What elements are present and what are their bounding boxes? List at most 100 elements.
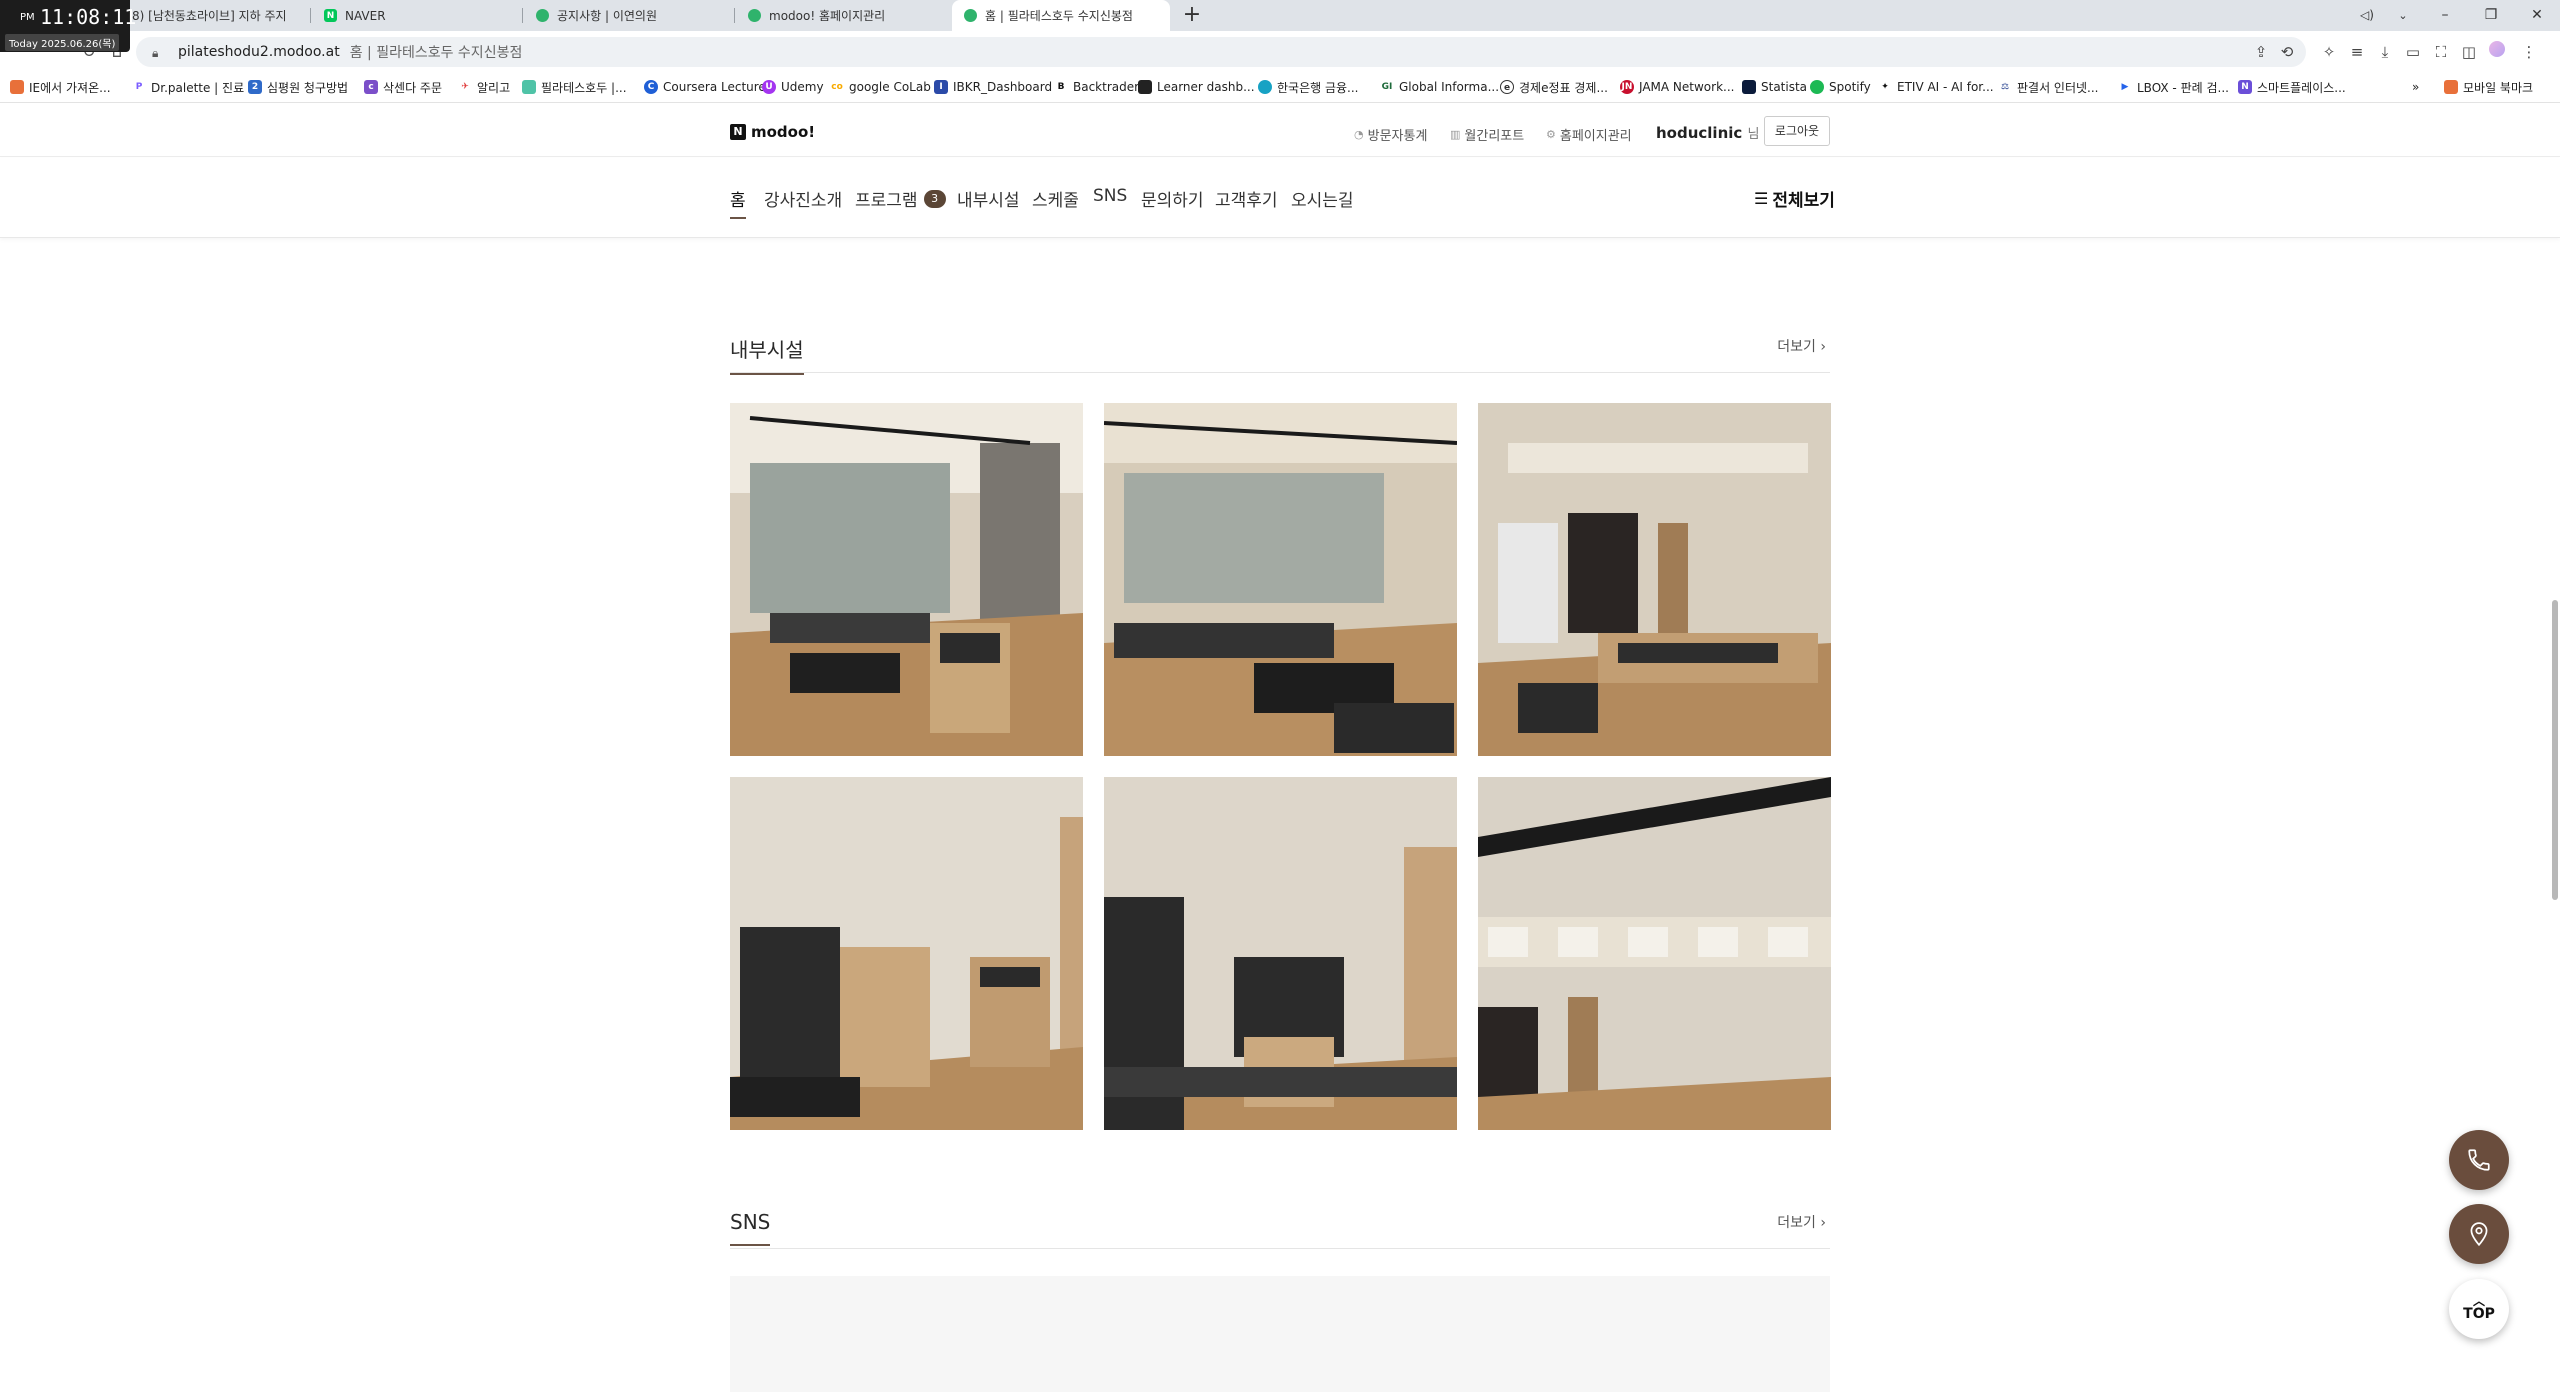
bookmark-favicon-icon: ▶ bbox=[2118, 80, 2132, 94]
modoo-favicon-icon bbox=[964, 9, 977, 22]
bookmark-favicon-icon bbox=[1742, 80, 1756, 94]
bookmarks-bar: IE에서 가져온... P Dr.palette | 진료 2 심평원 청구방법 c… bbox=[0, 71, 2560, 103]
call-button[interactable] bbox=[2449, 1130, 2509, 1190]
nav-instructors[interactable]: 강사진소개 bbox=[764, 186, 842, 217]
folder-icon bbox=[10, 80, 24, 94]
bookmark-favicon-icon: U bbox=[762, 80, 776, 94]
video-icon[interactable]: ▭ bbox=[2402, 41, 2424, 63]
tab-pilates-home[interactable]: 홈 | 필라테스호두 수지신봉점 bbox=[952, 0, 1170, 31]
tab-modoo-admin[interactable]: modoo! 홈페이지관리 bbox=[736, 0, 946, 31]
view-all-menu-button[interactable]: ☰ 전체보기 bbox=[1754, 186, 1835, 211]
facility-photo[interactable] bbox=[730, 403, 1083, 756]
bookmark-item[interactable]: ▶ LBOX - 판례 검... bbox=[2118, 78, 2229, 96]
bookmark-item[interactable]: e 경제e정표 경제... bbox=[1500, 78, 1608, 96]
share-icon[interactable]: ⇪ bbox=[2250, 41, 2272, 63]
tab-title: NAVER bbox=[345, 8, 386, 23]
tab-notice[interactable]: 공지사항 | 이연의원 bbox=[524, 0, 734, 31]
chevron-right-icon: › bbox=[1820, 339, 1826, 355]
bookmark-item[interactable]: Learner dashb... bbox=[1138, 78, 1255, 96]
chevron-right-icon: › bbox=[1820, 1215, 1826, 1231]
chevron-down-icon[interactable]: ⌄ bbox=[2380, 0, 2426, 31]
bookmark-item[interactable]: ✈ 알리고 bbox=[458, 78, 510, 96]
modoo-logo-icon: N bbox=[730, 124, 746, 140]
facility-photo[interactable] bbox=[1104, 777, 1457, 1130]
reading-list-icon[interactable]: ≡ bbox=[2346, 41, 2368, 63]
split-view-icon[interactable]: ◫ bbox=[2458, 41, 2480, 63]
browser-tab-bar: 8) [남천동쵸라이브] 지하 주지 N NAVER 공지사항 | 이연의원 m… bbox=[0, 0, 2560, 31]
facility-photo[interactable] bbox=[730, 777, 1083, 1130]
extensions-icon[interactable]: ✧ bbox=[2318, 41, 2340, 63]
bookmark-favicon-icon bbox=[1258, 80, 1272, 94]
modoo-favicon-icon bbox=[748, 9, 761, 22]
bookmark-item[interactable]: c 삭센다 주문 bbox=[364, 78, 442, 96]
nav-schedule[interactable]: 스케줄 bbox=[1032, 186, 1079, 217]
facility-more-link[interactable]: 더보기 › bbox=[1777, 336, 1826, 356]
facility-photo[interactable] bbox=[1104, 403, 1457, 756]
url-field[interactable]: 🔒︎ pilateshodu2.modoo.at 홈 | 필라테스호두 수지신봉… bbox=[136, 37, 2306, 67]
bookmark-favicon-icon: N bbox=[2238, 80, 2252, 94]
facility-section-header: 내부시설 더보기 › bbox=[730, 328, 1830, 375]
bookmark-favicon-icon: B bbox=[1054, 80, 1068, 94]
tab-naver[interactable]: N NAVER bbox=[312, 0, 522, 31]
nav-inquiry[interactable]: 문의하기 bbox=[1141, 186, 1204, 217]
screenshot-icon[interactable]: ⛶ bbox=[2430, 41, 2452, 63]
folder-icon bbox=[2444, 80, 2458, 94]
bookmark-favicon-icon: co bbox=[830, 80, 844, 94]
bookmark-item[interactable]: co google CoLab bbox=[830, 78, 931, 96]
mobile-bookmarks-folder[interactable]: 모바일 북마크 bbox=[2444, 78, 2533, 96]
phone-icon bbox=[2468, 1149, 2490, 1171]
user-greeting: hoduclinic 님 bbox=[1656, 124, 1760, 142]
bookmark-favicon-icon: ✈ bbox=[458, 80, 472, 94]
tab-title: 8) [남천동쵸라이브] 지하 주지 bbox=[132, 9, 287, 23]
sns-more-link[interactable]: 더보기 › bbox=[1777, 1212, 1826, 1232]
homepage-admin-link[interactable]: ⚙ 홈페이지관리 bbox=[1546, 125, 1632, 144]
bookmark-item[interactable]: 한국은행 금융... bbox=[1258, 78, 1359, 96]
location-button[interactable] bbox=[2449, 1204, 2509, 1264]
bookmark-item[interactable]: U Udemy bbox=[762, 78, 824, 96]
modoo-logo[interactable]: N modoo! bbox=[730, 123, 815, 141]
bookmark-item[interactable]: ✦ ETIV AI - AI for... bbox=[1878, 78, 1994, 96]
monthly-report-link[interactable]: ▥ 월간리포트 bbox=[1450, 125, 1524, 144]
bookmark-item[interactable]: IE에서 가져온... bbox=[10, 78, 111, 96]
tab-namcheon-live[interactable]: 8) [남천동쵸라이브] 지하 주지 bbox=[120, 0, 310, 31]
nav-sns[interactable]: SNS bbox=[1093, 186, 1127, 212]
menu-icon[interactable]: ⋮ bbox=[2518, 41, 2540, 63]
facility-photo[interactable] bbox=[1478, 403, 1831, 756]
tab-title: 공지사항 | 이연의원 bbox=[557, 9, 657, 23]
bookmark-favicon-icon: 2 bbox=[248, 80, 262, 94]
profile-icon[interactable] bbox=[2486, 41, 2508, 63]
bookmark-item[interactable]: P Dr.palette | 진료 bbox=[132, 78, 244, 96]
nav-facilities[interactable]: 내부시설 bbox=[957, 186, 1020, 217]
close-window-button[interactable]: ✕ bbox=[2514, 0, 2560, 31]
bookmark-item[interactable]: N 스마트플레이스... bbox=[2238, 78, 2346, 96]
visitor-stats-link[interactable]: ◔ 방문자통계 bbox=[1354, 125, 1427, 144]
bookmark-item[interactable]: Statista bbox=[1742, 78, 1807, 96]
new-tab-button[interactable]: + bbox=[1178, 2, 1206, 30]
site-main-nav: 홈 강사진소개 프로그램 3 내부시설 스케줄 SNS 문의하기 고객후기 오시는… bbox=[0, 158, 2560, 238]
nav-home[interactable]: 홈 bbox=[730, 186, 746, 219]
scroll-top-button[interactable]: ︿ TOP bbox=[2449, 1279, 2509, 1339]
bookmark-favicon-icon: GI bbox=[1380, 80, 1394, 94]
bookmark-item[interactable]: C Coursera Lecture bbox=[644, 78, 766, 96]
clock-date: Today 2025.06.26(목) bbox=[5, 34, 120, 51]
bookmark-item[interactable]: 2 심평원 청구방법 bbox=[248, 78, 348, 96]
minimize-button[interactable]: – bbox=[2422, 0, 2468, 31]
restore-button[interactable]: ❐ bbox=[2468, 0, 2514, 31]
bookmark-item[interactable]: GI Global Informa... bbox=[1380, 78, 1499, 96]
nav-directions[interactable]: 오시는길 bbox=[1291, 186, 1354, 217]
page-scrollbar[interactable] bbox=[2552, 600, 2558, 900]
logout-button[interactable]: 로그아웃 bbox=[1764, 116, 1830, 146]
bookmark-item[interactable]: I IBKR_Dashboard bbox=[934, 78, 1052, 96]
translate-icon[interactable]: ⟲ bbox=[2276, 41, 2298, 63]
bookmark-item[interactable]: JN JAMA Network... bbox=[1620, 78, 1734, 96]
nav-reviews[interactable]: 고객후기 bbox=[1215, 186, 1278, 217]
nav-programs[interactable]: 프로그램 3 bbox=[855, 186, 946, 217]
download-icon[interactable]: ⤓ bbox=[2374, 41, 2396, 63]
facility-photo[interactable] bbox=[1478, 777, 1831, 1130]
bookmark-item[interactable]: B Backtrader bbox=[1054, 78, 1139, 96]
bookmark-item[interactable]: 필라테스호두 |... bbox=[522, 78, 627, 96]
bookmark-item[interactable]: ⚖ 판결서 인터넷... bbox=[1998, 78, 2099, 96]
bookmark-overflow-button[interactable]: » bbox=[2412, 78, 2419, 96]
bookmark-item[interactable]: Spotify bbox=[1810, 78, 1871, 96]
tab-divider bbox=[310, 8, 311, 23]
